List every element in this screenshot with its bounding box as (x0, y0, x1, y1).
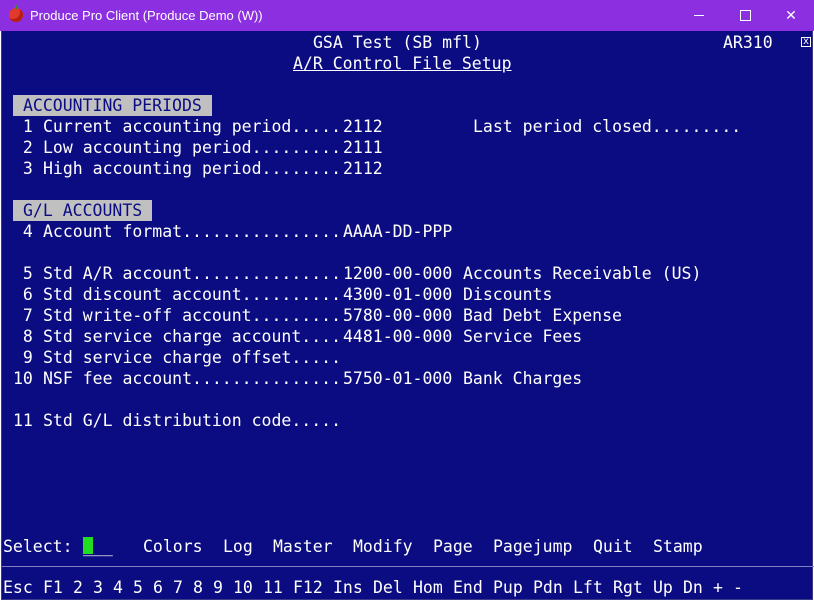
field-value: 5750-01-000 (343, 369, 453, 388)
field-value: AAAA-DD-PPP (343, 222, 453, 241)
field-label: Std service charge offset..... (43, 348, 342, 367)
fkey-del[interactable]: Del (373, 577, 403, 598)
fkey-pdn[interactable]: Pdn (533, 577, 563, 598)
account-description: Bank Charges (463, 369, 583, 388)
minimize-button[interactable] (676, 0, 722, 31)
fkey-9[interactable]: 9 (213, 577, 223, 598)
menu-stamp[interactable]: Stamp (653, 536, 703, 557)
field-label: Current accounting period..... (43, 117, 342, 136)
fkey-10[interactable]: 10 (233, 577, 253, 598)
fkey-end[interactable]: End (453, 577, 483, 598)
fkey-rgt[interactable]: Rgt (613, 577, 643, 598)
select-input[interactable]: ___ (83, 536, 113, 557)
field-value: 4300-01-000 (343, 285, 453, 304)
field-number: 8 (13, 327, 33, 346)
menu-colors[interactable]: Colors (143, 536, 203, 557)
fkey-ins[interactable]: Ins (333, 577, 363, 598)
company-name: GSA Test (SB mfl) (313, 33, 482, 52)
menu-modify[interactable]: Modify (353, 536, 413, 557)
fkey-minus[interactable]: - (733, 577, 743, 598)
window-titlebar: Produce Pro Client (Produce Demo (W)) ✕ (0, 0, 814, 31)
fkey-11[interactable]: 11 (263, 577, 283, 598)
screen-close-icon[interactable]: x (801, 37, 811, 47)
program-code: AR310 (723, 33, 773, 52)
fkey-7[interactable]: 7 (173, 577, 183, 598)
select-label: Select: (3, 537, 73, 556)
fkey-plus[interactable]: + (713, 577, 723, 598)
maximize-button[interactable] (722, 0, 768, 31)
account-description: Accounts Receivable (US) (463, 264, 702, 283)
account-description: Discounts (463, 285, 553, 304)
fkey-4[interactable]: 4 (113, 577, 123, 598)
fkey-6[interactable]: 6 (153, 577, 163, 598)
fkey-f12[interactable]: F12 (293, 577, 323, 598)
menu-quit[interactable]: Quit (593, 536, 633, 557)
fkey-up[interactable]: Up (653, 577, 673, 598)
fkey-hom[interactable]: Hom (413, 577, 443, 598)
field-label: Std write-off account......... (43, 306, 342, 325)
field-value: 2112 (343, 117, 383, 136)
menu-page[interactable]: Page (433, 536, 473, 557)
screen-title: A/R Control File Setup (293, 54, 512, 73)
field-label: High accounting period........ (43, 159, 342, 178)
fkey-8[interactable]: 8 (193, 577, 203, 598)
section-gl-accounts: G/L ACCOUNTS (13, 200, 153, 221)
fkey-3[interactable]: 3 (93, 577, 103, 598)
field-label: Std service charge account.... (43, 327, 342, 346)
field-number: 6 (13, 285, 33, 304)
window-title: Produce Pro Client (Produce Demo (W)) (30, 8, 263, 23)
field-value: 4481-00-000 (343, 327, 453, 346)
field-number: 5 (13, 264, 33, 283)
field-number: 7 (13, 306, 33, 325)
field-value: 5780-00-000 (343, 306, 453, 325)
field-label: Account format................ (43, 222, 342, 241)
fkey-5[interactable]: 5 (133, 577, 143, 598)
field-number: 9 (13, 348, 33, 367)
field-number: 4 (13, 222, 33, 241)
field-label: Std G/L distribution code..... (43, 411, 342, 430)
field-label: Std discount account.......... (43, 285, 342, 304)
field-number: 11 (13, 411, 33, 430)
field-label: NSF fee account............... (43, 369, 342, 388)
field-number: 1 (13, 117, 33, 136)
account-description: Bad Debt Expense (463, 306, 622, 325)
menu-master[interactable]: Master (273, 536, 333, 557)
field-label: Std A/R account............... (43, 264, 342, 283)
status-divider (2, 566, 814, 567)
field-number: 3 (13, 159, 33, 178)
fkey-dn[interactable]: Dn (683, 577, 703, 598)
close-button[interactable]: ✕ (768, 0, 814, 31)
field-value: 1200-00-000 (343, 264, 453, 283)
tomato-icon (9, 5, 23, 22)
maximize-icon (739, 10, 751, 21)
field-number: 10 (13, 369, 33, 388)
field-label: Low accounting period......... (43, 138, 342, 157)
terminal-screen[interactable]: GSA Test (SB mfl) AR310 x A/R Control Fi… (1, 31, 814, 600)
fkey-2[interactable]: 2 (73, 577, 83, 598)
close-icon: ✕ (785, 7, 797, 23)
menu-pagejump[interactable]: Pagejump (493, 536, 572, 557)
fkey-pup[interactable]: Pup (493, 577, 523, 598)
section-accounting-periods: ACCOUNTING PERIODS (13, 95, 212, 116)
last-period-label: Last period closed......... (473, 117, 742, 136)
minimize-icon (694, 15, 704, 16)
field-value: 2111 (343, 138, 383, 157)
fkey-esc[interactable]: Esc (3, 577, 33, 598)
field-value: 2112 (343, 159, 383, 178)
fkey-f1[interactable]: F1 (43, 577, 63, 598)
menu-log[interactable]: Log (223, 536, 253, 557)
account-description: Service Fees (463, 327, 583, 346)
fkey-lft[interactable]: Lft (573, 577, 603, 598)
field-number: 2 (13, 138, 33, 157)
